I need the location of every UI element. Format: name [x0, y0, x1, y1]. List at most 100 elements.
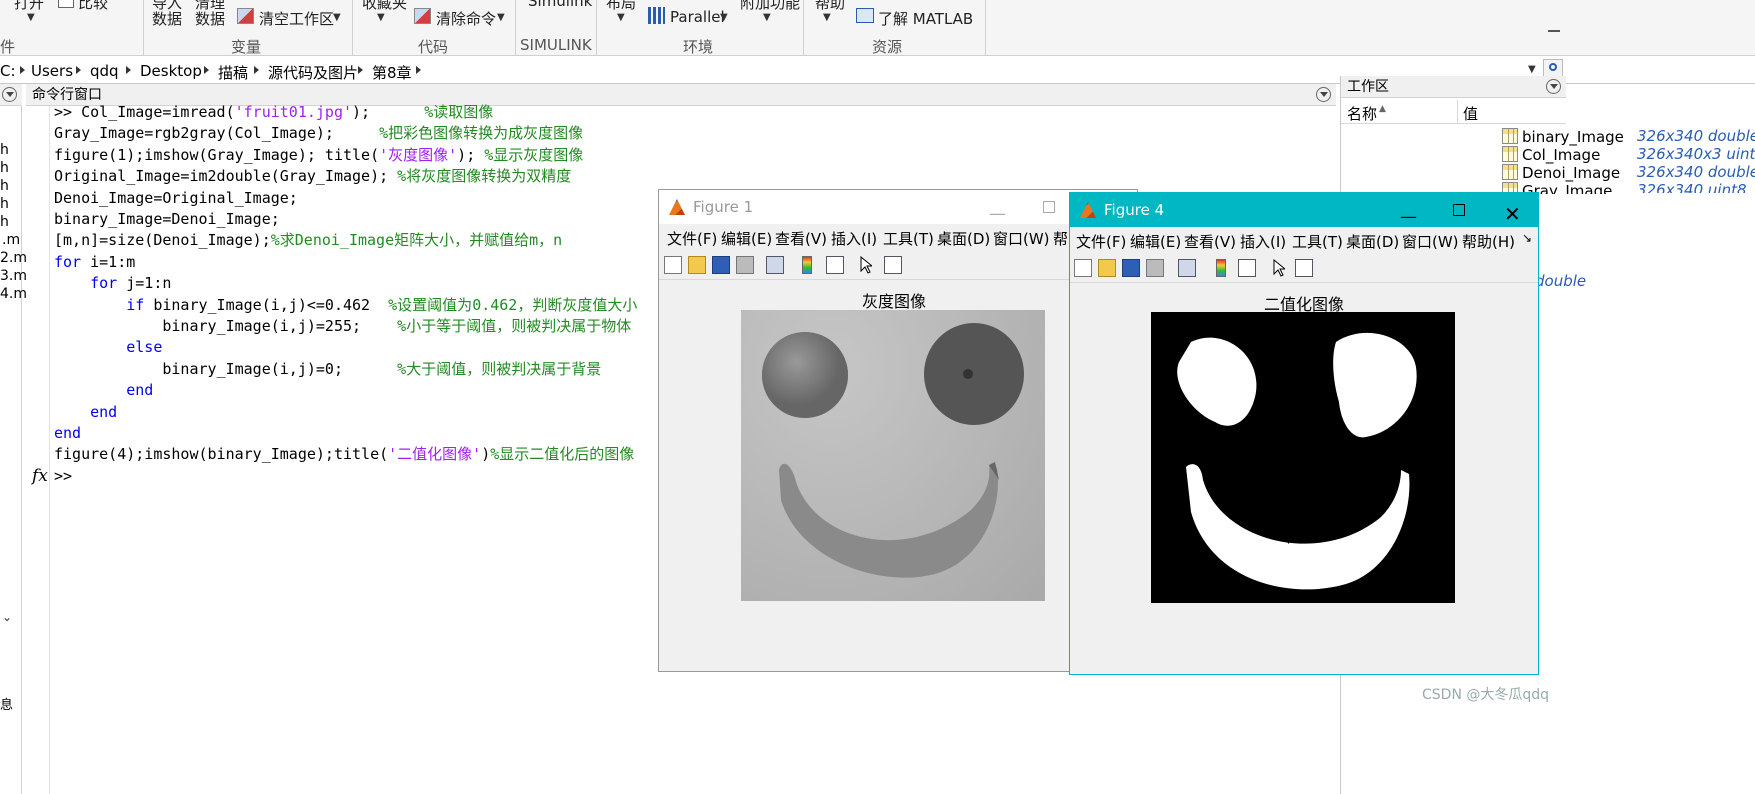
binary-image[interactable] — [1151, 312, 1455, 603]
menu-tools[interactable]: 工具(T) — [1292, 231, 1343, 252]
menu-edit[interactable]: 编辑(E) — [721, 228, 772, 249]
open-dropdown-icon[interactable]: ▼ — [27, 12, 35, 23]
panel-options-icon[interactable] — [2, 87, 17, 102]
breadcrumb-drive[interactable]: C: — [0, 62, 16, 80]
command-line: figure(4);imshow(binary_Image);title('二值… — [54, 442, 634, 466]
file-item[interactable]: h — [0, 142, 9, 158]
menu-desktop[interactable]: 桌面(D) — [937, 228, 990, 249]
command-line: Original_Image=im2double(Gray_Image); %将… — [54, 164, 571, 188]
breadcrumb-desktop[interactable]: Desktop — [140, 62, 202, 80]
compare-button[interactable]: 比较 — [78, 0, 108, 13]
file-item[interactable]: h — [0, 178, 9, 194]
address-history-dropdown-icon[interactable]: ▼ — [1528, 64, 1536, 75]
figure-4-window[interactable]: Figure 4 — ✕ 文件(F) 编辑(E) 查看(V) 插入(I) 工具(… — [1069, 192, 1539, 675]
colorbar-icon[interactable] — [1216, 259, 1226, 277]
menu-overflow-icon[interactable]: ↘ — [1522, 231, 1532, 245]
clear-workspace-dropdown-icon[interactable]: ▼ — [333, 12, 341, 23]
file-item[interactable]: h — [0, 196, 9, 212]
variable-name[interactable]: binary_Image — [1522, 128, 1624, 146]
breadcrumb-folder-2[interactable]: 源代码及图片 — [268, 62, 358, 83]
workspace-header: 工作区 — [1341, 76, 1566, 98]
menu-help[interactable]: 帮 — [1053, 228, 1068, 249]
colorbar-icon[interactable] — [802, 256, 812, 274]
figure-1-titlebar[interactable]: Figure 1 — — [659, 190, 1137, 224]
favorites-dropdown-icon[interactable]: ▼ — [377, 12, 385, 23]
menu-file[interactable]: 文件(F) — [667, 228, 717, 249]
details-expand-icon[interactable]: ⌄ — [2, 610, 12, 624]
new-figure-icon[interactable] — [664, 256, 682, 274]
legend-icon[interactable] — [1238, 259, 1256, 277]
variable-value: 326x340 double — [1637, 163, 1755, 181]
variable-value: 326x340 double — [1637, 127, 1755, 145]
menu-tools[interactable]: 工具(T) — [883, 228, 934, 249]
menu-help[interactable]: 帮助(H) — [1462, 231, 1515, 252]
figure-1-window[interactable]: Figure 1 — 文件(F) 编辑(E) 查看(V) 插入(I) 工具(T)… — [658, 189, 1138, 672]
property-editor-icon[interactable] — [1295, 259, 1313, 277]
learn-matlab-button[interactable]: 了解 MATLAB — [878, 8, 973, 29]
close-icon[interactable]: ✕ — [1504, 197, 1521, 231]
property-editor-icon[interactable] — [884, 256, 902, 274]
file-item[interactable]: 2.m — [0, 250, 27, 266]
open-file-icon[interactable] — [1098, 259, 1116, 277]
command-prompt[interactable]: >> — [54, 464, 72, 488]
menu-view[interactable]: 查看(V) — [1184, 231, 1236, 252]
parallel-dropdown-icon[interactable]: ▼ — [720, 12, 728, 23]
breadcrumb-folder-3[interactable]: 第8章 — [372, 62, 412, 83]
file-item[interactable]: h — [0, 214, 9, 230]
variable-name[interactable]: Denoi_Image — [1522, 164, 1620, 182]
edit-plot-icon[interactable] — [860, 255, 874, 274]
print-icon[interactable] — [736, 256, 754, 274]
save-icon[interactable] — [1122, 259, 1140, 277]
addons-dropdown-icon[interactable]: ▼ — [763, 12, 771, 23]
figure-4-titlebar[interactable]: Figure 4 — ✕ — [1070, 193, 1538, 227]
legend-icon[interactable] — [826, 256, 844, 274]
workspace-options-icon[interactable] — [1546, 79, 1561, 94]
parallel-button[interactable]: Parallel — [670, 8, 725, 26]
file-item[interactable]: 3.m — [0, 268, 27, 284]
save-icon[interactable] — [712, 256, 730, 274]
grayscale-image[interactable] — [741, 310, 1045, 601]
clear-commands-dropdown-icon[interactable]: ▼ — [497, 12, 505, 23]
clear-commands-button[interactable]: 清除命令 — [436, 8, 496, 29]
help-dropdown-icon[interactable]: ▼ — [823, 12, 831, 23]
clean-data-label-2[interactable]: 数据 — [195, 8, 225, 29]
breadcrumb-users[interactable]: Users — [31, 62, 73, 80]
breadcrumb-qdq[interactable]: qdq — [90, 62, 119, 80]
print-icon[interactable] — [1146, 259, 1164, 277]
menu-window[interactable]: 窗口(W) — [993, 228, 1050, 249]
workspace-variable-row[interactable]: Col_Image — [1502, 146, 1600, 166]
menu-insert[interactable]: 插入(I) — [1240, 231, 1286, 252]
matrix-icon — [1502, 128, 1518, 144]
edit-plot-icon[interactable] — [1273, 258, 1287, 277]
simulink-button[interactable]: Simulink — [528, 0, 592, 10]
breadcrumb-folder-1[interactable]: 描稿 — [218, 62, 248, 83]
function-browser-icon[interactable]: fx — [32, 466, 48, 486]
column-header-name[interactable]: 名称 — [1347, 103, 1377, 124]
clear-workspace-button[interactable]: 清空工作区 — [259, 8, 334, 29]
import-label-2[interactable]: 数据 — [152, 8, 182, 29]
link-plot-icon[interactable] — [1178, 259, 1196, 277]
menu-window[interactable]: 窗口(W) — [1402, 231, 1459, 252]
variable-name[interactable]: Col_Image — [1522, 146, 1600, 164]
menu-desktop[interactable]: 桌面(D) — [1346, 231, 1399, 252]
link-plot-icon[interactable] — [766, 256, 784, 274]
new-figure-icon[interactable] — [1074, 259, 1092, 277]
layout-dropdown-icon[interactable]: ▼ — [617, 12, 625, 23]
command-window-options-icon[interactable] — [1316, 87, 1331, 102]
file-item[interactable]: h — [0, 160, 9, 176]
workspace-variable-row[interactable]: binary_Image — [1502, 128, 1624, 148]
maximize-icon[interactable] — [1043, 201, 1055, 213]
collapse-toolstrip-icon[interactable] — [1548, 30, 1560, 42]
menu-view[interactable]: 查看(V) — [775, 228, 827, 249]
workspace-variable-row[interactable]: Denoi_Image — [1502, 164, 1620, 184]
file-item[interactable]: .m — [2, 232, 20, 248]
menu-edit[interactable]: 编辑(E) — [1130, 231, 1181, 252]
maximize-icon[interactable] — [1453, 204, 1465, 216]
column-header-value[interactable]: 值 — [1463, 103, 1478, 124]
open-file-icon[interactable] — [688, 256, 706, 274]
column-divider[interactable] — [1457, 100, 1458, 124]
matlab-logo-icon — [669, 199, 685, 215]
menu-insert[interactable]: 插入(I) — [831, 228, 877, 249]
file-item[interactable]: 4.m — [0, 286, 27, 302]
menu-file[interactable]: 文件(F) — [1076, 231, 1126, 252]
